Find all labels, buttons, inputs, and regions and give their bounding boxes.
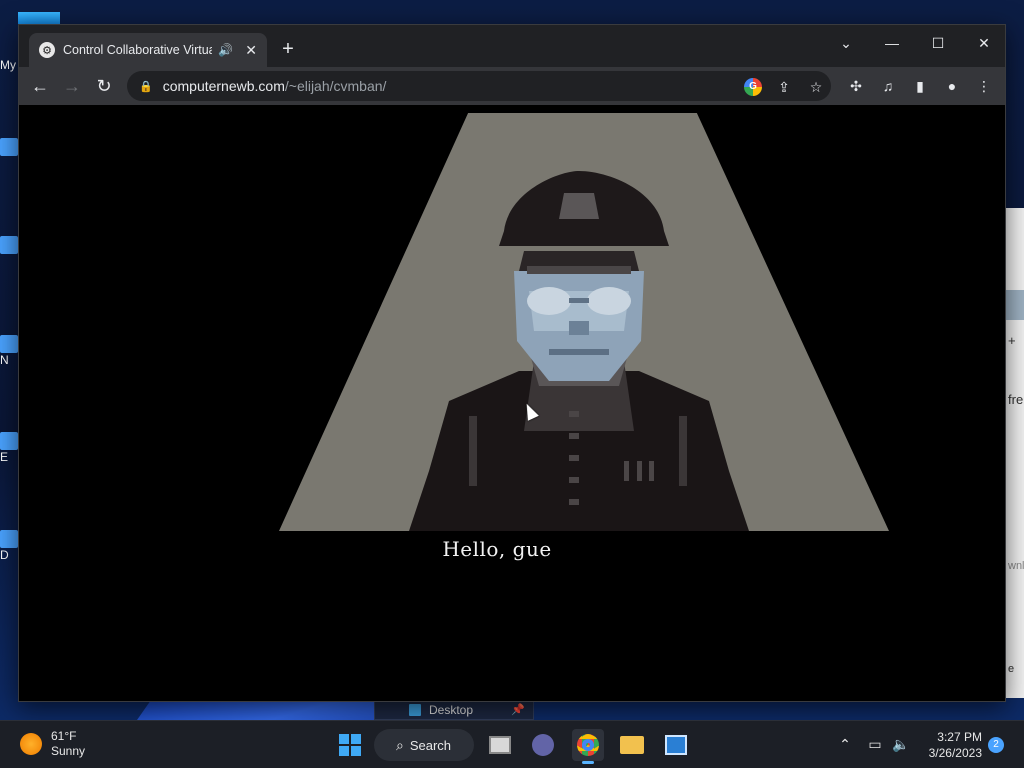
desktop-icon-label: E bbox=[0, 450, 9, 464]
network-icon[interactable]: ▭ bbox=[866, 735, 884, 753]
reload-button[interactable]: ↻ bbox=[91, 73, 117, 99]
window-text: fre bbox=[1008, 392, 1024, 407]
windows-logo-icon bbox=[339, 734, 361, 756]
dialogue-text: Hello, gue bbox=[442, 537, 552, 561]
chrome-taskbar-button[interactable] bbox=[572, 729, 604, 764]
task-view-icon bbox=[489, 736, 511, 754]
remote-desktop-icon bbox=[665, 735, 687, 755]
search-icon: ⌕ bbox=[396, 736, 404, 753]
folder-icon bbox=[620, 736, 644, 754]
desktop-icon-label: N bbox=[0, 353, 9, 367]
remote-desktop-button[interactable] bbox=[660, 729, 692, 761]
weather-temperature: 61°F bbox=[51, 729, 77, 743]
file-explorer-button[interactable] bbox=[616, 729, 648, 761]
close-window-button[interactable]: ✕ bbox=[961, 29, 1007, 57]
taskbar-search[interactable]: ⌕ Search bbox=[374, 729, 474, 761]
weather-description: Sunny bbox=[51, 744, 86, 758]
pinned-label: Desktop bbox=[429, 703, 474, 717]
app-icon bbox=[0, 236, 18, 254]
forward-button[interactable]: → bbox=[59, 73, 85, 99]
desktop-icon-n[interactable]: N bbox=[0, 335, 20, 369]
app-icon bbox=[0, 432, 18, 450]
desktop-icon-d[interactable]: D bbox=[0, 530, 20, 564]
tab-title: Control Collaborative Virtual bbox=[63, 43, 213, 57]
browser-toolbar: ← → ↻ 🔒 computernewb.com/~elijah/cvmban/… bbox=[19, 67, 1005, 105]
volume-icon[interactable]: 🔈 bbox=[892, 735, 910, 753]
clock-time: 3:27 PM bbox=[937, 730, 982, 744]
notification-badge[interactable]: 2 bbox=[988, 737, 1004, 753]
desktop-icon-my[interactable]: My bbox=[0, 58, 20, 92]
desktop-icon-e[interactable]: E bbox=[0, 432, 20, 466]
media-controls-icon[interactable]: ♫ bbox=[879, 77, 897, 95]
search-label: Search bbox=[409, 737, 452, 753]
favicon-icon: ⚙ bbox=[39, 42, 55, 58]
teams-chat-button[interactable] bbox=[527, 729, 559, 761]
tab-search-chevron-icon[interactable]: ⌄ bbox=[823, 29, 869, 57]
system-clock[interactable]: 3:27 PM 3/26/2023 bbox=[922, 729, 982, 761]
task-view-button[interactable] bbox=[484, 729, 516, 761]
taskbar: 61°F Sunny ⌕ Search ⌃ ▭ 🔈 3:27 PM 3/26/2… bbox=[0, 720, 1024, 768]
window-text: wnl bbox=[1008, 560, 1024, 572]
weather-widget[interactable]: 61°F Sunny bbox=[20, 729, 85, 759]
background-window[interactable]: + fre wnl e bbox=[1004, 208, 1024, 698]
share-icon[interactable]: ⇪ bbox=[775, 78, 793, 96]
sun-icon bbox=[20, 733, 42, 755]
game-viewport[interactable]: Hello, gue bbox=[19, 105, 1005, 701]
extensions-icon[interactable]: ✣ bbox=[847, 77, 865, 95]
window-header-strip bbox=[1005, 290, 1024, 320]
title-bar: ⚙ Control Collaborative Virtual 🔊 ✕ + ⌄ … bbox=[19, 25, 1005, 67]
start-button[interactable] bbox=[334, 729, 366, 761]
plus-icon: + bbox=[1008, 333, 1016, 348]
window-text: e bbox=[1008, 663, 1015, 675]
minimize-button[interactable]: — bbox=[869, 29, 915, 57]
chrome-icon bbox=[577, 734, 599, 756]
back-button[interactable]: ← bbox=[27, 73, 53, 99]
browser-window: ⚙ Control Collaborative Virtual 🔊 ✕ + ⌄ … bbox=[18, 24, 1006, 702]
chevron-up-icon[interactable]: ⌃ bbox=[836, 735, 854, 753]
google-lens-icon[interactable]: G bbox=[744, 78, 762, 96]
app-icon bbox=[0, 530, 18, 548]
menu-kebab-icon[interactable]: ⋮ bbox=[975, 77, 993, 95]
desktop-icon-label: My bbox=[0, 58, 16, 72]
desktop-pinned-item[interactable]: Desktop 📌 bbox=[374, 700, 534, 720]
chat-icon bbox=[532, 734, 554, 756]
speaker-icon[interactable]: 🔊 bbox=[218, 43, 233, 57]
pin-icon[interactable]: 📌 bbox=[511, 703, 525, 716]
active-indicator bbox=[582, 761, 594, 764]
new-tab-button[interactable]: + bbox=[277, 39, 299, 61]
app-icon bbox=[0, 138, 18, 156]
close-tab-icon[interactable]: ✕ bbox=[245, 42, 257, 59]
desktop-icon-label: D bbox=[0, 548, 9, 562]
side-panel-icon[interactable]: ▮ bbox=[911, 77, 929, 95]
address-bar[interactable]: 🔒 computernewb.com/~elijah/cvmban/ G ⇪ ☆ bbox=[127, 71, 831, 101]
url-host: computernewb.com bbox=[162, 78, 285, 94]
browser-tab[interactable]: ⚙ Control Collaborative Virtual 🔊 ✕ bbox=[29, 33, 267, 67]
officer-character bbox=[409, 171, 749, 531]
clock-date: 3/26/2023 bbox=[928, 746, 982, 760]
url-path: /~elijah/cvmban/ bbox=[284, 78, 387, 94]
profile-icon[interactable]: ● bbox=[943, 77, 961, 95]
desktop-icon[interactable] bbox=[0, 138, 20, 172]
bookmark-star-icon[interactable]: ☆ bbox=[807, 78, 825, 96]
desktop-icon bbox=[409, 704, 421, 716]
lock-icon[interactable]: 🔒 bbox=[139, 80, 153, 93]
maximize-button[interactable]: ☐ bbox=[915, 29, 961, 57]
app-icon bbox=[0, 335, 18, 353]
desktop-icon[interactable] bbox=[0, 236, 20, 270]
